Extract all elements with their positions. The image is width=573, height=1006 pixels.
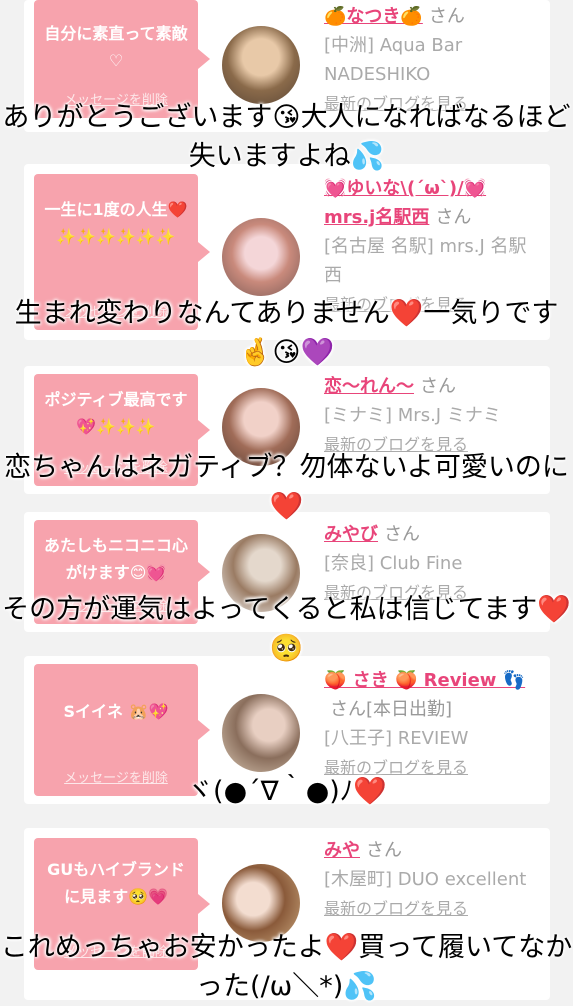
- user-info: 🍑 さき 🍑 Review 👣さん[本日出勤] [八王子] REVIEW 最新の…: [324, 666, 542, 782]
- avatar[interactable]: [222, 26, 300, 104]
- overlay-caption: その方が運気はよってくると私は信じてます❤️🥺: [2, 594, 571, 664]
- overlay-caption: これめっちゃお安かったよ❤️買って履いてなかった(/ω＼*)💦: [0, 932, 573, 1002]
- overlay-caption: 恋ちゃんはネガティブ？勿体ないよ可愛いのに❤️: [4, 452, 569, 522]
- avatar[interactable]: [222, 218, 300, 296]
- name-suffix: さん: [420, 376, 456, 397]
- user-info: 恋〜れん〜 さん [ミナミ] Mrs.J ミナミ 最新のブログを見る: [324, 372, 542, 459]
- shop-label: [名古屋 名駅] mrs.J 名駅西: [324, 236, 527, 286]
- message-text: Sイイネ 🐹💖: [63, 702, 169, 721]
- user-name-link[interactable]: みやび: [324, 524, 378, 545]
- latest-blog-link[interactable]: 最新のブログを見る: [324, 894, 542, 923]
- user-info: みや さん [木屋町] DUO excellent 最新のブログを見る: [324, 836, 542, 923]
- shop-label: [木屋町] DUO excellent: [324, 869, 527, 890]
- user-name-link[interactable]: 🍑 さき 🍑 Review 👣: [324, 670, 525, 691]
- name-suffix: さん: [366, 840, 402, 861]
- overlay-caption: 生まれ変わりなんてありません❤️一気りです🤞😘💜: [14, 298, 559, 368]
- overlay-caption: ヾ(●´∇｀●)ﾉ❤️: [186, 776, 387, 807]
- message-text: GUもハイブランドに見ます🥺💗: [47, 860, 185, 906]
- user-name-link[interactable]: 恋〜れん〜: [324, 376, 414, 397]
- user-name-link[interactable]: 🍊なつき🍊: [324, 6, 423, 27]
- shop-label: [八王子] REVIEW: [324, 728, 469, 749]
- message-text: あたしもニコニコ心がけます😊💓: [43, 536, 188, 582]
- name-suffix: さん: [384, 524, 420, 545]
- name-suffix: さん: [435, 207, 472, 228]
- message-text: ポジティブ最高です💖✨✨✨: [44, 390, 188, 436]
- user-name-link[interactable]: みや: [324, 840, 360, 861]
- overlay-caption: ありがとうございます😘大人になればなるほど失いますよね💦: [2, 102, 571, 172]
- name-suffix: さん[本日出勤]: [330, 699, 453, 720]
- avatar[interactable]: [222, 694, 300, 772]
- message-text: 自分に素直って素敵♡: [44, 24, 188, 70]
- message-text: 一生に1度の人生❤️✨✨✨✨✨✨: [44, 200, 188, 246]
- shop-label: [中洲] Aqua Bar NADESHIKO: [324, 35, 463, 85]
- shop-label: [奈良] Club Fine: [324, 553, 463, 574]
- shop-label: [ミナミ] Mrs.J ミナミ: [324, 405, 501, 426]
- name-suffix: さん: [428, 6, 465, 27]
